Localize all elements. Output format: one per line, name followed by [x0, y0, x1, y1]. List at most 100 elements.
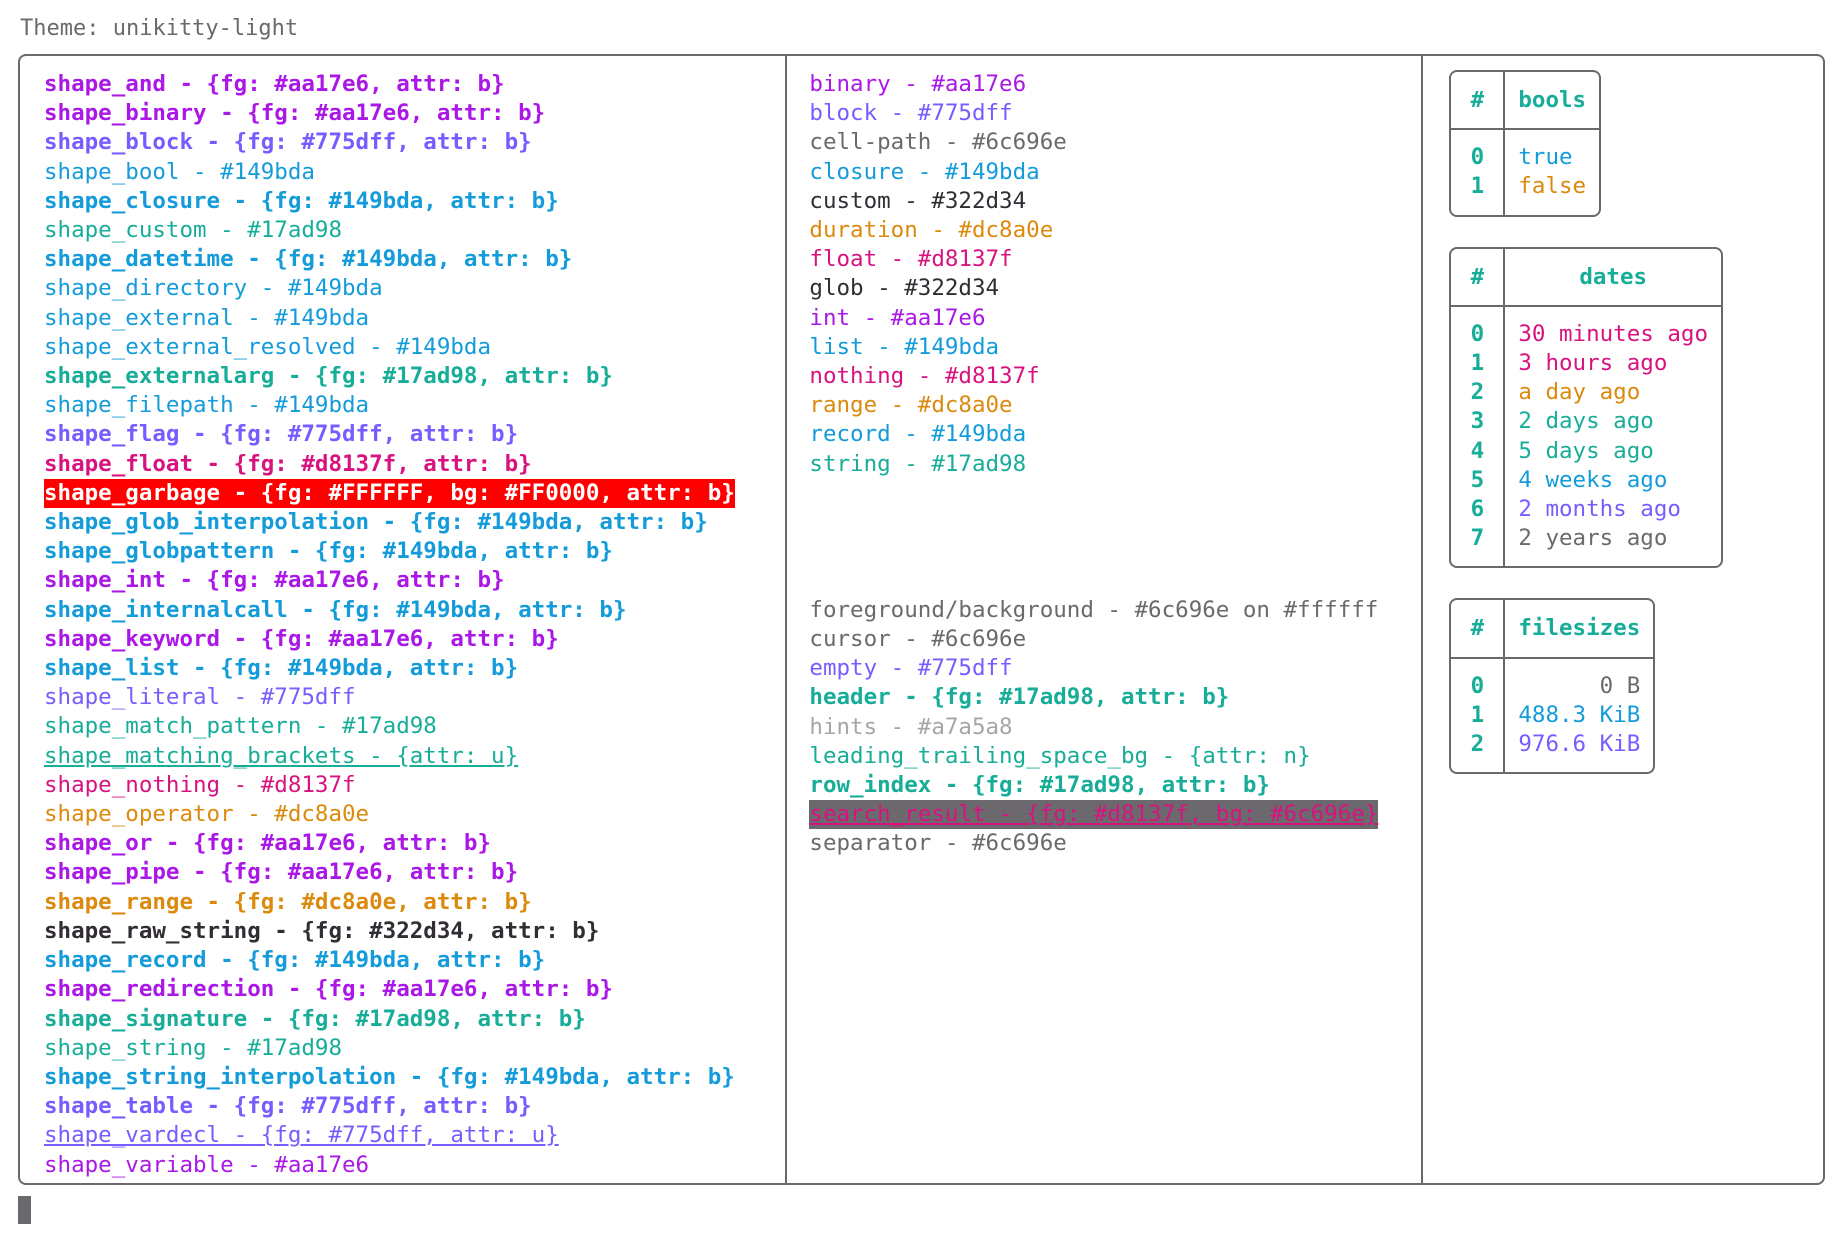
ui-element-entry: foreground/background - #6c696e on #ffff… — [809, 596, 1379, 623]
shape-entry: shape_closure - {fg: #149bda, attr: b} — [44, 187, 559, 214]
type-entry: block - #775dff — [809, 100, 1013, 127]
shape-entry: shape_signature - {fg: #17ad98, attr: b} — [44, 1005, 586, 1032]
shape-entry: shape_flag - {fg: #775dff, attr: b} — [44, 421, 519, 448]
shape-entry: shape_redirection - {fg: #aa17e6, attr: … — [44, 976, 613, 1003]
ui-element-entry: empty - #775dff — [809, 655, 1013, 682]
shape-entry: shape_nothing - #d8137f — [44, 771, 356, 798]
row-value-cell: 5 days ago — [1518, 437, 1654, 464]
column-header-value: filesizes — [1505, 600, 1654, 659]
shape-entry: shape_internalcall - {fg: #149bda, attr:… — [44, 596, 627, 623]
shape-entry: shape_block - {fg: #775dff, attr: b} — [44, 129, 532, 156]
shapes-column: shape_and - {fg: #aa17e6, attr: b} shape_… — [20, 56, 785, 1183]
row-value-cell: false — [1518, 173, 1587, 200]
tables-host: # bools 0 true 1 false # dates 0 30 minutes ago 1 3… — [1449, 70, 1823, 775]
type-entry: list - #149bda — [809, 333, 1000, 360]
type-entry: range - #dc8a0e — [809, 392, 1013, 419]
row-index-cell: 2 — [1451, 378, 1506, 408]
shape-entry: shape_datetime - {fg: #149bda, attr: b} — [44, 246, 573, 273]
preview-panel: shape_and - {fg: #aa17e6, attr: b} shape_… — [18, 54, 1825, 1185]
shape-entry: shape_custom - #17ad98 — [44, 217, 343, 244]
table-header-row: # dates — [1451, 248, 1722, 307]
table-row: 0 0 B — [1451, 658, 1653, 701]
ui-element-entry: row_index - {fg: #17ad98, attr: b} — [809, 772, 1270, 799]
column-header-index: # — [1451, 248, 1506, 307]
row-value-cell: 0 B — [1599, 672, 1641, 699]
row-value-cell: 976.6 KiB — [1518, 731, 1641, 758]
table-row: 7 2 years ago — [1451, 524, 1721, 567]
table-row: 0 30 minutes ago — [1451, 306, 1721, 350]
table-dates: # dates 0 30 minutes ago 1 3 hours ago 2 a day … — [1449, 246, 1724, 569]
row-index-cell: 3 — [1451, 407, 1506, 437]
row-value-cell: 2 years ago — [1518, 525, 1668, 552]
shape-entry: shape_table - {fg: #775dff, attr: b} — [44, 1093, 532, 1120]
row-value-cell: 2 days ago — [1518, 408, 1654, 435]
table-header-row: # filesizes — [1451, 600, 1654, 659]
row-value-cell: a day ago — [1518, 379, 1641, 406]
type-entry: glob - #322d34 — [809, 275, 1000, 302]
row-value-cell: 3 hours ago — [1518, 350, 1668, 377]
type-entry: float - #d8137f — [809, 246, 1013, 273]
table-row: 2 976.6 KiB — [1451, 730, 1653, 773]
shape-entry: shape_externalarg - {fg: #17ad98, attr: … — [44, 363, 613, 390]
shape-entry: shape_vardecl - {fg: #775dff, attr: u} — [44, 1122, 559, 1149]
row-index-cell: 1 — [1451, 172, 1506, 215]
row-value-cell: 2 months ago — [1518, 496, 1681, 523]
theme-title: Theme: unikitty-light — [20, 16, 299, 41]
table-row: 5 4 weeks ago — [1451, 465, 1721, 496]
shape-entry: shape_string_interpolation - {fg: #149bd… — [44, 1063, 735, 1090]
type-entry: int - #aa17e6 — [809, 304, 986, 331]
type-entry: closure - #149bda — [809, 158, 1040, 185]
table-row: 2 a day ago — [1451, 378, 1721, 408]
ui-element-entry: hints - #a7a5a8 — [809, 713, 1013, 740]
shape-entry: shape_external - #149bda — [44, 304, 370, 331]
shape-entry: shape_match_pattern - #17ad98 — [44, 713, 437, 740]
shape-entry: shape_literal - #775dff — [44, 684, 356, 711]
table-row: 4 5 days ago — [1451, 436, 1721, 466]
shape-entry: shape_record - {fg: #149bda, attr: b} — [44, 947, 546, 974]
shape-entry: shape_binary - {fg: #aa17e6, attr: b} — [44, 100, 546, 127]
row-value-cell: 488.3 KiB — [1518, 701, 1641, 728]
row-index-cell: 6 — [1451, 495, 1506, 525]
ui-elements-list: foreground/background - #6c696e on #ffff… — [809, 596, 1421, 859]
shape-entry: shape_garbage - {fg: #FFFFFF, bg: #FF000… — [44, 478, 735, 509]
column-header-value: dates — [1505, 249, 1722, 307]
ui-element-entry: separator - #6c696e — [809, 830, 1067, 857]
shape-entry: shape_list - {fg: #149bda, attr: b} — [44, 655, 519, 682]
row-index-cell: 0 — [1451, 130, 1506, 173]
shape-entry: shape_or - {fg: #aa17e6, attr: b} — [44, 830, 492, 857]
row-value-cell: 30 minutes ago — [1518, 320, 1709, 347]
shape-entry: shape_float - {fg: #d8137f, attr: b} — [44, 450, 532, 477]
shape-entry: shape_keyword - {fg: #aa17e6, attr: b} — [44, 625, 559, 652]
row-index-cell: 2 — [1451, 730, 1506, 773]
shape-entry: shape_and - {fg: #aa17e6, attr: b} — [44, 71, 505, 97]
table-row: 1 488.3 KiB — [1451, 700, 1653, 731]
row-index-cell: 4 — [1451, 436, 1506, 466]
shape-entry: shape_filepath - #149bda — [44, 392, 370, 419]
row-index-cell: 1 — [1451, 349, 1506, 379]
row-index-cell: 7 — [1451, 524, 1506, 567]
type-entry: duration - #dc8a0e — [809, 217, 1054, 244]
table-row: 3 2 days ago — [1451, 407, 1721, 437]
theme-preview-page: Theme: unikitty-light shape_and - {fg: #… — [0, 0, 1843, 1238]
column-header-index: # — [1451, 72, 1506, 131]
row-value-cell: 4 weeks ago — [1518, 466, 1668, 493]
types-list: binary - #aa17e6 block - #775dff cell-path… — [809, 70, 1421, 479]
type-entry: record - #149bda — [809, 421, 1027, 448]
shape-entry: shape_matching_brackets - {attr: u} — [44, 742, 519, 769]
shape-entry: shape_variable - #aa17e6 — [44, 1151, 370, 1178]
column-spacer — [809, 479, 1421, 596]
ui-element-entry: leading_trailing_space_bg - {attr: n} — [809, 742, 1311, 769]
table-row: 1 3 hours ago — [1451, 349, 1721, 379]
table-filesizes: # filesizes 0 0 B 1 488.3 KiB 2 976.6 KiB — [1449, 598, 1656, 775]
shape-entry: shape_bool - #149bda — [44, 158, 315, 185]
shape-entry: shape_string - #17ad98 — [44, 1034, 343, 1061]
shape-entry: shape_int - {fg: #aa17e6, attr: b} — [44, 567, 505, 594]
type-entry: string - #17ad98 — [809, 450, 1027, 477]
ui-element-entry: cursor - #6c696e — [809, 626, 1027, 653]
row-index-cell: 0 — [1451, 658, 1506, 701]
table-row: 6 2 months ago — [1451, 495, 1721, 525]
column-header-value: bools — [1505, 72, 1600, 131]
type-entry: binary - #aa17e6 — [809, 71, 1027, 97]
table-header-row: # bools — [1451, 72, 1600, 131]
row-index-cell: 1 — [1451, 700, 1506, 731]
